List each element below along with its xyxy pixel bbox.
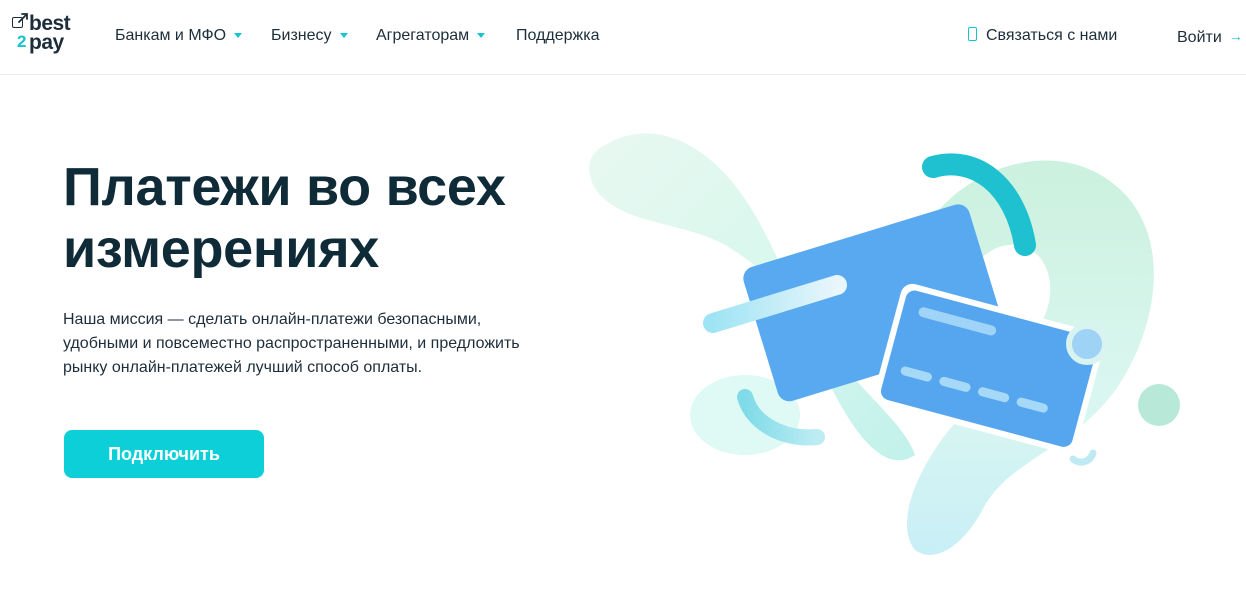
hero-title: Платежи во всех измерениях bbox=[63, 156, 583, 280]
hero-title-line: Платежи во всех bbox=[63, 157, 506, 217]
hero-description: Наша миссия — сделать онлайн-платежи без… bbox=[63, 308, 543, 380]
decor-circle bbox=[1066, 323, 1108, 365]
best2pay-logo[interactable]: best 2 pay bbox=[12, 13, 74, 54]
chevron-down-icon bbox=[477, 33, 486, 38]
contact-label: Связаться с нами bbox=[986, 27, 1118, 44]
decor-arc bbox=[1069, 449, 1097, 466]
nav-item-label: Банкам и МФО bbox=[115, 27, 227, 44]
arrow-right-icon: → bbox=[1228, 28, 1243, 44]
login-label: Войти bbox=[1177, 29, 1222, 46]
hero-title-line: измерениях bbox=[63, 219, 380, 279]
nav-item-support[interactable]: Поддержка bbox=[516, 25, 599, 47]
nav-item-label: Агрегаторам bbox=[376, 27, 470, 44]
phone-icon bbox=[968, 27, 977, 41]
logo-arrow-icon bbox=[18, 13, 28, 23]
payment-cards-illustration bbox=[589, 133, 1180, 555]
nav-item-aggregators[interactable]: Агрегаторам bbox=[376, 25, 486, 47]
nav-item-label: Бизнесу bbox=[271, 27, 332, 44]
page: best 2 pay Банкам и МФО Бизнесу Агрегато… bbox=[0, 0, 1246, 594]
connect-button[interactable]: Подключить bbox=[64, 430, 264, 478]
site-header: best 2 pay Банкам и МФО Бизнесу Агрегато… bbox=[0, 0, 1246, 75]
decor-circle bbox=[1138, 384, 1180, 426]
hero-description-line: рынку онлайн-платежей лучший способ опла… bbox=[63, 359, 423, 376]
logo-digit-two: 2 bbox=[17, 32, 27, 51]
hero-description-line: удобными и повсеместно распространенными… bbox=[63, 335, 520, 352]
nav-item-business[interactable]: Бизнесу bbox=[271, 25, 348, 47]
nav-item-banks[interactable]: Банкам и МФО bbox=[115, 25, 243, 47]
contact-us-link[interactable]: Связаться с нами bbox=[968, 25, 1117, 47]
hero-description-line: Наша миссия — сделать онлайн-платежи без… bbox=[63, 311, 482, 328]
nav-item-label: Поддержка bbox=[516, 27, 600, 44]
chevron-down-icon bbox=[339, 33, 348, 38]
login-link[interactable]: Войти → bbox=[1177, 25, 1243, 49]
chevron-down-icon bbox=[234, 33, 243, 38]
logo-word-pay: pay bbox=[29, 31, 64, 54]
